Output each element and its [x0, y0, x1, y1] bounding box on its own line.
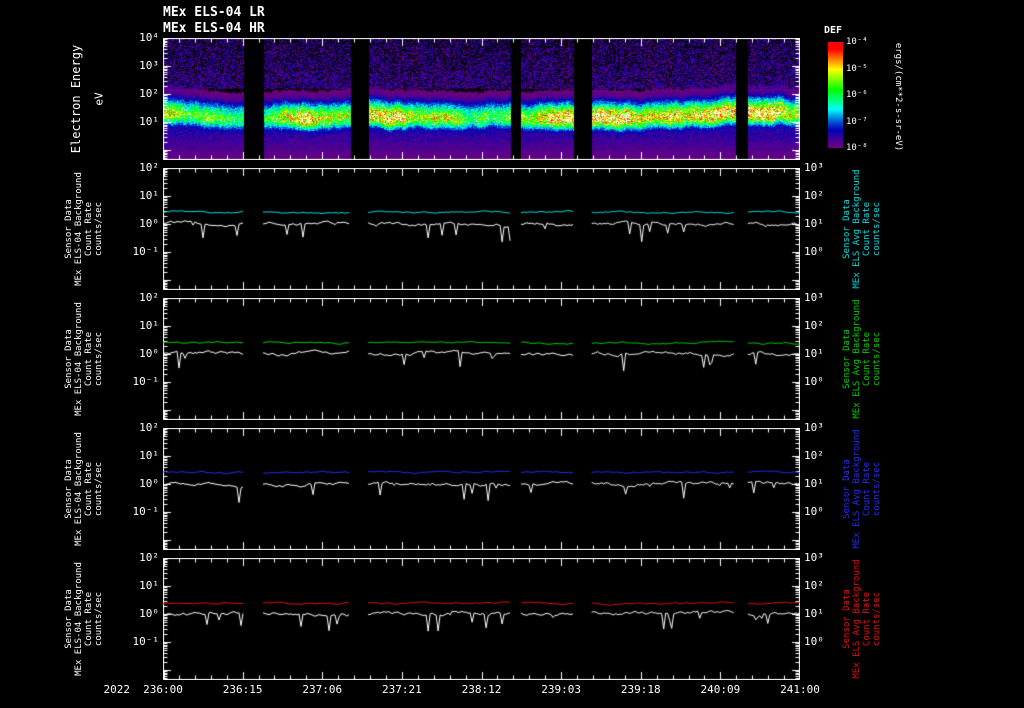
panel-1-right-tick-label: 10³: [804, 161, 824, 174]
panel-3-left-axis-label: Sensor Data MEx ELS-04 Background Count Ra…: [64, 432, 104, 546]
colorbar-canvas: [828, 42, 843, 148]
colorbar-units-label: ergs/(cm**2-s-sr-eV): [893, 42, 903, 152]
panel-3-left-tick-label: 10¹: [139, 449, 159, 462]
x-axis-tick-label: 236:00: [143, 683, 183, 696]
colorbar-title: DEF: [824, 25, 843, 36]
panel-3-right-tick-label: 10³: [804, 421, 824, 434]
panel-4-right-tick-label: 10³: [804, 551, 824, 564]
spectrogram-y-axis-units: eV: [92, 92, 106, 106]
x-axis-tick-label: 236:15: [222, 683, 263, 696]
panel-4-right-tick-label: 10⁰: [804, 635, 824, 648]
panel-1-right-tick-label: 10¹: [804, 217, 824, 230]
x-axis-tick-label: 239:18: [620, 683, 661, 696]
x-axis-tick-label: 239:03: [541, 683, 581, 696]
panel-1-right-tick-label: 10⁰: [804, 245, 824, 258]
panel-3-right-tick-label: 10⁰: [804, 505, 824, 518]
panel-2-left-tick-label: 10⁻¹: [132, 375, 160, 388]
panel-3-right-tick-label: 10¹: [804, 477, 824, 490]
panel-4-right-tick-label: 10²: [804, 579, 824, 592]
panel-2-right-axis-label: Sensor Data MEx ELS Avg Background Count R…: [842, 299, 882, 419]
panel-4-left-tick-label: 10²: [139, 551, 159, 564]
spectrogram-y-axis-label: Electron Energy: [69, 44, 83, 154]
count-rate-panel-3-canvas: [163, 428, 800, 550]
panel-2-left-axis-label: Sensor Data MEx ELS-04 Background Count Ra…: [64, 302, 104, 416]
x-axis-tick-label: 237:21: [382, 683, 422, 696]
panel-2-right-tick-label: 10²: [804, 319, 824, 332]
panel-1-right-tick-label: 10²: [804, 189, 824, 202]
colorbar-tick-label: 10⁻⁸: [846, 143, 868, 153]
spectrogram-ytick-label: 10³: [139, 59, 159, 72]
panel-1-left-tick-label: 10⁻¹: [132, 245, 160, 258]
panel-4-right-axis-label: Sensor Data MEx ELS Avg Background Count R…: [842, 559, 882, 679]
panel-2-right-tick-label: 10³: [804, 291, 824, 304]
panel-2-left-tick-label: 10²: [139, 291, 159, 304]
panel-4-left-tick-label: 10⁻¹: [132, 635, 160, 648]
x-axis-year-label: 2022: [103, 683, 131, 696]
colorbar-tick-label: 10⁻⁴: [846, 37, 868, 47]
x-axis-tick-label: 241:00: [780, 683, 820, 696]
panel-4-right-tick-label: 10¹: [804, 607, 824, 620]
colorbar-tick-label: 10⁻⁷: [846, 116, 868, 127]
panel-1-left-tick-label: 10²: [139, 161, 159, 174]
plot-title-lr: MEx ELS-04 LR: [163, 5, 265, 20]
panel-1-left-tick-label: 10⁰: [139, 217, 159, 230]
panel-2-left-tick-label: 10⁰: [139, 347, 159, 360]
panel-3-left-tick-label: 10²: [139, 421, 159, 434]
panel-3-right-tick-label: 10²: [804, 449, 824, 462]
panel-3-left-tick-label: 10⁻¹: [132, 505, 160, 518]
panel-2-right-tick-label: 10¹: [804, 347, 824, 360]
panel-2-right-tick-label: 10⁰: [804, 375, 824, 388]
panel-3-left-tick-label: 10⁰: [139, 477, 159, 490]
x-axis-tick-label: 238:12: [461, 683, 502, 696]
count-rate-panel-2-canvas: [163, 298, 800, 420]
panel-4-left-tick-label: 10⁰: [139, 607, 159, 620]
spectrogram-ytick-label: 10⁴: [139, 31, 159, 44]
panel-1-right-axis-label: Sensor Data MEx ELS Avg Background Count R…: [842, 169, 882, 289]
panel-1-left-axis-label: Sensor Data MEx ELS-04 Background Count Ra…: [64, 172, 104, 286]
panel-3-right-axis-label: Sensor Data MEx ELS Avg Background Count R…: [842, 429, 882, 549]
panel-4-left-tick-label: 10¹: [139, 579, 159, 592]
spectrogram-ytick-label: 10²: [139, 87, 159, 100]
plot-title-hr: MEx ELS-04 HR: [163, 21, 265, 36]
count-rate-panel-1-canvas: [163, 168, 800, 290]
mex-els-quicklook-plot: MEx ELS-04 LR MEx ELS-04 HR Electron Ene…: [0, 0, 1024, 708]
panel-2-left-tick-label: 10¹: [139, 319, 159, 332]
colorbar-tick-label: 10⁻⁶: [846, 90, 868, 100]
panel-1-left-tick-label: 10¹: [139, 189, 159, 202]
panel-4-left-axis-label: Sensor Data MEx ELS-04 Background Count Ra…: [64, 562, 104, 676]
colorbar-tick-label: 10⁻⁵: [846, 63, 868, 74]
x-axis-tick-label: 237:06: [302, 683, 343, 696]
count-rate-panel-4-canvas: [163, 558, 800, 680]
x-axis-tick-label: 240:09: [700, 683, 741, 696]
spectrogram-ytick-label: 10¹: [139, 115, 159, 128]
spectrogram-canvas: [163, 38, 800, 160]
